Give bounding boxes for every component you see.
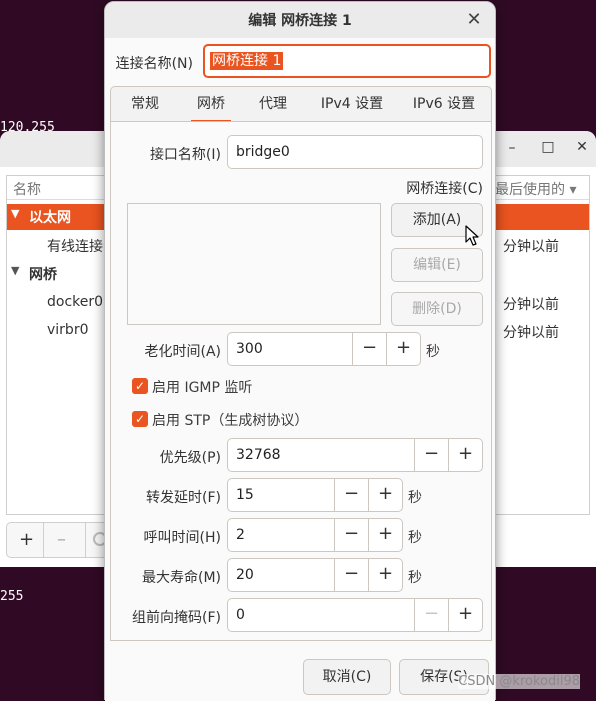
max-age-increase-button[interactable]: + [368,559,402,591]
connection-name-label: 连接名称(N) [115,56,193,72]
hello-time-decrease-button[interactable]: − [334,519,368,551]
name-column-header[interactable]: 名称 [13,179,41,199]
maximize-icon[interactable]: □ [538,139,558,155]
divider [85,523,86,557]
hello-time-value: 2 [236,527,245,543]
priority-value: 32768 [236,447,281,463]
priority-decrease-button[interactable]: − [414,439,448,471]
priority-label: 优先级(P) [159,450,221,466]
connection-name: virbr0 [47,322,89,338]
connection-name: 有线连接 [47,239,103,255]
forward-delay-unit: 秒 [408,490,422,506]
aging-time-decrease-button[interactable]: − [352,333,386,365]
aging-time-label: 老化时间(A) [144,344,221,360]
mouse-cursor-icon [465,225,479,246]
max-age-stepper[interactable]: 20 − + [227,558,403,592]
edit-bridge-dialog: 编辑 网桥连接 1 ✕ 连接名称(N) 网桥连接 1 常规 网桥 代理 IPv4… [104,1,496,701]
group-forward-mask-decrease-button[interactable]: − [414,599,448,631]
forward-delay-stepper[interactable]: 15 − + [227,478,403,512]
close-icon[interactable]: ✕ [463,8,485,32]
minimize-icon[interactable]: – [502,140,522,156]
divider [43,523,44,557]
forward-delay-decrease-button[interactable]: − [334,479,368,511]
group-label-bridge: 网桥 [29,267,57,283]
edit-button[interactable]: 编辑(E) [391,248,483,282]
tab-ipv6[interactable]: IPv6 设置 [405,87,483,122]
max-age-unit: 秒 [408,570,422,586]
stp-label: 启用 STP（生成树协议） [152,413,309,429]
aging-time-increase-button[interactable]: + [386,333,420,365]
stp-checkbox[interactable]: ✓ [132,411,148,427]
hello-time-label: 呼叫时间(H) [143,530,221,546]
aging-time-stepper[interactable]: 300 − + [227,332,421,366]
interface-name-label: 接口名称(I) [149,147,221,163]
cancel-button[interactable]: 取消(C) [303,659,391,695]
connection-last-used: 分钟以前 [503,239,559,255]
hello-time-unit: 秒 [408,530,422,546]
bridged-connections-list[interactable] [127,203,381,325]
forward-delay-increase-button[interactable]: + [368,479,402,511]
bridge-tab-panel: 接口名称(I) bridge0 网桥连接(C) 添加(A) 编辑(E) 删除(D… [110,121,492,641]
tab-bar: 常规 网桥 代理 IPv4 设置 IPv6 设置 [110,86,492,122]
dialog-button-bar: 取消(C) 保存(S) [105,647,495,701]
add-connection-button[interactable]: + [19,529,34,550]
watermark: CSDN @krokodil98 [458,674,580,689]
priority-stepper[interactable]: 32768 − + [227,438,483,472]
terminal-text-2: 255 [0,589,24,604]
max-age-label: 最大寿命(M) [141,570,221,586]
forward-delay-label: 转发延时(F) [146,490,221,506]
dialog-title: 编辑 网桥连接 1 [105,2,495,38]
group-forward-mask-stepper[interactable]: 0 − + [227,598,483,632]
delete-button[interactable]: 删除(D) [391,292,483,326]
priority-increase-button[interactable]: + [448,439,482,471]
expand-chevron-icon[interactable]: ▼ [11,207,19,220]
group-forward-mask-value: 0 [236,607,245,623]
forward-delay-value: 15 [236,487,254,503]
interface-name-input[interactable]: bridge0 [227,135,483,169]
igmp-checkbox[interactable]: ✓ [132,378,148,394]
last-used-column-header[interactable]: 最后使用的 ▾ [495,179,576,199]
expand-chevron-icon[interactable]: ▼ [11,264,19,277]
hello-time-increase-button[interactable]: + [368,519,402,551]
group-forward-mask-label: 组前向掩码(F) [132,610,221,626]
aging-time-unit: 秒 [426,344,440,360]
connection-last-used: 分钟以前 [503,325,559,341]
group-forward-mask-increase-button[interactable]: + [448,599,482,631]
max-age-decrease-button[interactable]: − [334,559,368,591]
group-label-ethernet: 以太网 [29,210,71,226]
connection-last-used: 分钟以前 [503,297,559,313]
tab-bridge[interactable]: 网桥 [191,87,231,122]
tab-ipv4[interactable]: IPv4 设置 [313,87,391,122]
max-age-value: 20 [236,567,254,583]
tab-general[interactable]: 常规 [125,87,165,122]
connection-name-value: 网桥连接 1 [210,52,284,70]
connection-name: docker0 [47,294,104,310]
close-icon[interactable]: ✕ [572,139,592,155]
remove-connection-button[interactable]: – [57,529,66,550]
connection-name-input[interactable]: 网桥连接 1 [203,44,491,78]
aging-time-value: 300 [236,341,263,357]
igmp-label: 启用 IGMP 监听 [152,380,253,396]
bridged-connections-label: 网桥连接(C) [406,181,483,197]
hello-time-stepper[interactable]: 2 − + [227,518,403,552]
tab-proxy[interactable]: 代理 [253,87,293,122]
